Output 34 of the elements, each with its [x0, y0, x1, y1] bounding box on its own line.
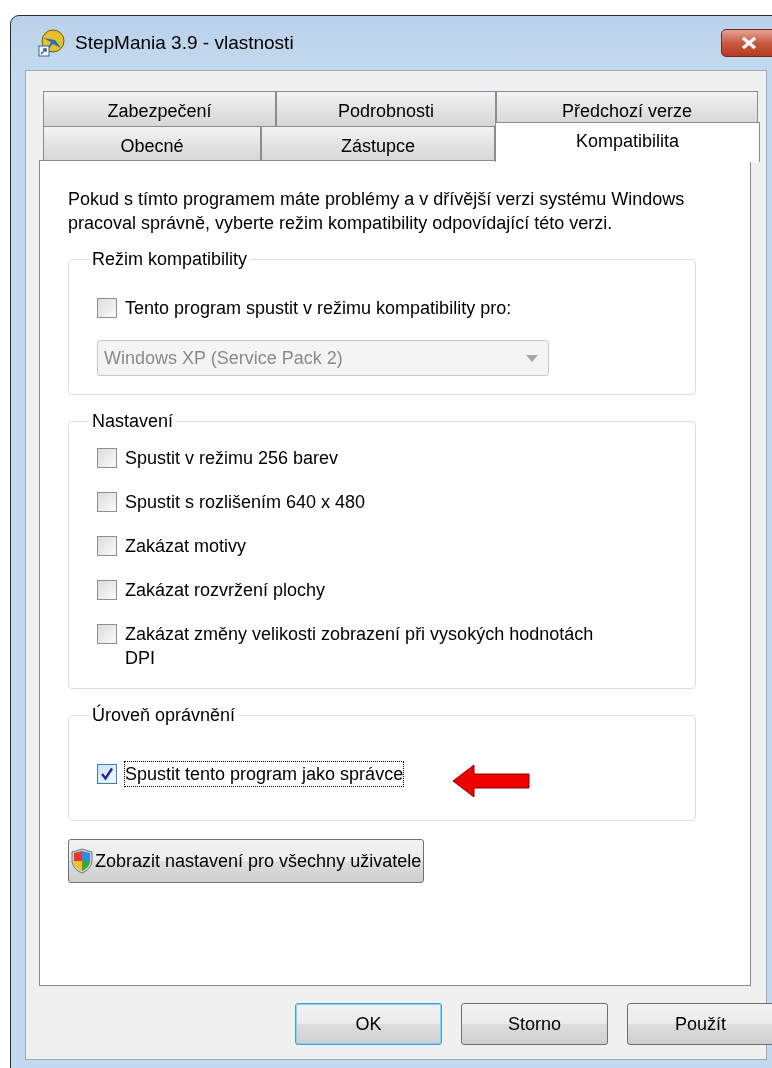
checkbox[interactable] [97, 580, 117, 600]
tab[interactable]: Kompatibilita [495, 122, 760, 162]
close-icon [739, 36, 759, 50]
checkbox[interactable] [97, 764, 117, 784]
shield-icon [71, 848, 93, 874]
checkbox[interactable] [97, 492, 117, 512]
checkbox-label[interactable]: Zakázat změny velikosti zobrazení při vysokých hodnotách DPI [125, 622, 595, 670]
checkbox-label[interactable]: Tento program spustit v režimu kompatibility pro: [125, 296, 595, 320]
tab[interactable]: Podrobnosti [276, 91, 496, 126]
close-button[interactable] [721, 29, 772, 57]
description-text: Pokud s tímto programem máte problémy a v dřívější verzi systému Windows pracoval správně, vyberte režim kompatibility odpovídající této verzi. [68, 188, 686, 235]
checkbox-label[interactable]: Spustit v režimu 256 barev [125, 446, 595, 470]
dialog-button[interactable]: Použít [627, 1003, 772, 1045]
checkbox[interactable] [97, 624, 117, 644]
group-title: Režim kompatibility [91, 249, 249, 270]
arrow-icon [452, 764, 530, 798]
checkbox[interactable] [97, 298, 117, 318]
dialog-button[interactable]: Storno [461, 1003, 608, 1045]
group-title: Úroveň oprávnění [91, 705, 237, 726]
dialog-button[interactable]: OK [295, 1003, 442, 1045]
window-title: StepMania 3.9 - vlastnosti [75, 32, 295, 54]
tab[interactable]: Obecné [43, 126, 261, 162]
checkbox[interactable] [97, 536, 117, 556]
checkbox-label[interactable]: Spustit s rozlišením 640 x 480 [125, 490, 595, 514]
tab[interactable]: Zabezpečení [43, 91, 276, 126]
group-title: Nastavení [91, 411, 175, 432]
checkbox[interactable] [97, 448, 117, 468]
checkbox-label[interactable]: Spustit tento program jako správce [125, 762, 404, 786]
app-icon [37, 28, 67, 58]
checkbox-label[interactable]: Zakázat motivy [125, 534, 595, 558]
show-settings-button[interactable]: Zobrazit nastavení pro všechny uživatele [68, 839, 425, 883]
tab[interactable]: Zástupce [261, 126, 495, 162]
checkbox-label[interactable]: Zakázat rozvržení plochy [125, 578, 595, 602]
caret-icon [526, 354, 538, 362]
